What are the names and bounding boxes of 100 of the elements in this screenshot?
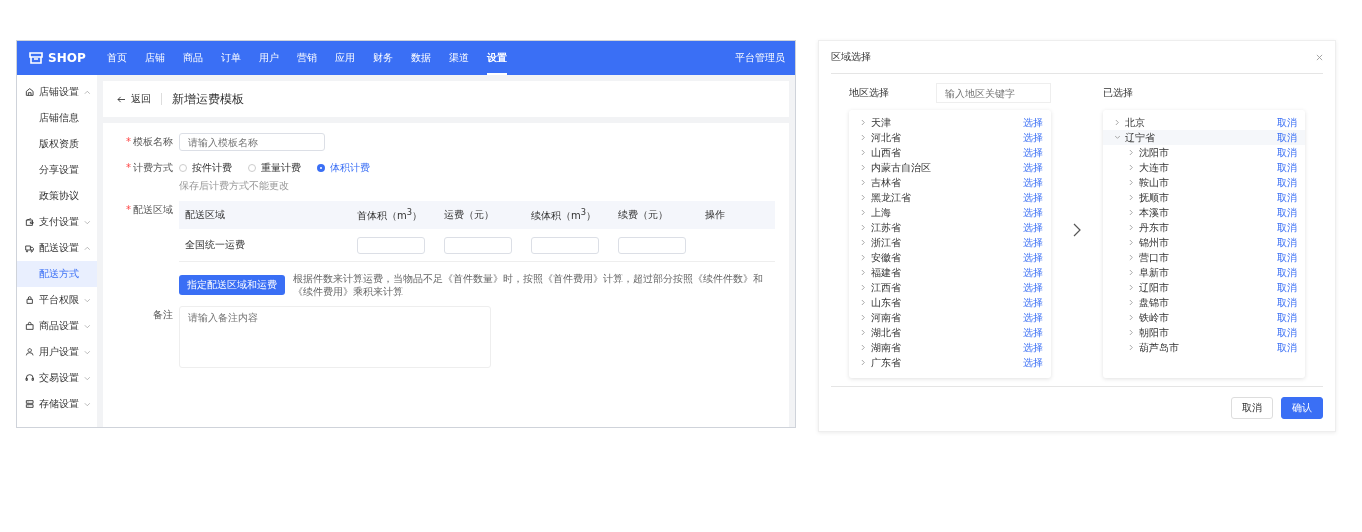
select-link[interactable]: 选择 xyxy=(1023,325,1043,340)
chevron-icon[interactable] xyxy=(1129,329,1134,336)
nav-tab[interactable]: 首页 xyxy=(107,41,127,75)
select-link[interactable]: 选择 xyxy=(1023,145,1043,160)
select-link[interactable]: 选择 xyxy=(1023,250,1043,265)
chevron-icon[interactable] xyxy=(861,269,866,276)
sidebar-item[interactable]: 平台权限 xyxy=(17,287,97,313)
chevron-icon[interactable] xyxy=(861,179,866,186)
sidebar-subitem[interactable]: 分享设置 xyxy=(17,157,97,183)
search-field[interactable]: 输入地区关键字 xyxy=(936,83,1051,103)
nav-tab[interactable]: 商品 xyxy=(183,41,203,75)
chevron-icon[interactable] xyxy=(861,119,866,126)
select-link[interactable]: 选择 xyxy=(1023,190,1043,205)
radio-option[interactable]: 体积计费 xyxy=(317,161,370,175)
sidebar-item[interactable]: 商品设置 xyxy=(17,313,97,339)
sidebar-item[interactable]: 交易设置 xyxy=(17,365,97,391)
cancel-link[interactable]: 取消 xyxy=(1277,340,1297,355)
chevron-icon[interactable] xyxy=(1129,224,1134,231)
chevron-icon[interactable] xyxy=(861,149,866,156)
chevron-icon[interactable] xyxy=(1115,134,1120,141)
chevron-icon[interactable] xyxy=(1129,164,1134,171)
select-link[interactable]: 选择 xyxy=(1023,340,1043,355)
select-link[interactable]: 选择 xyxy=(1023,235,1043,250)
cancel-link[interactable]: 取消 xyxy=(1277,265,1297,280)
back-link[interactable]: 返回 xyxy=(117,92,151,106)
input-field[interactable] xyxy=(531,236,599,254)
nav-tab[interactable]: 应用 xyxy=(335,41,355,75)
select-link[interactable]: 选择 xyxy=(1023,205,1043,220)
sidebar-subitem[interactable]: 店铺信息 xyxy=(17,105,97,131)
assign-region-button[interactable]: 指定配送区域和运费 xyxy=(179,275,285,295)
chevron-icon[interactable] xyxy=(861,299,866,306)
nav-tab[interactable]: 营销 xyxy=(297,41,317,75)
cancel-link[interactable]: 取消 xyxy=(1277,145,1297,160)
select-link[interactable]: 选择 xyxy=(1023,220,1043,235)
select-link[interactable]: 选择 xyxy=(1023,130,1043,145)
chevron-icon[interactable] xyxy=(1129,299,1134,306)
chevron-icon[interactable] xyxy=(1129,284,1134,291)
input-field[interactable] xyxy=(357,236,425,254)
sidebar-subitem[interactable]: 版权资质 xyxy=(17,131,97,157)
cancel-link[interactable]: 取消 xyxy=(1277,310,1297,325)
chevron-icon[interactable] xyxy=(1129,314,1134,321)
chevron-icon[interactable] xyxy=(861,284,866,291)
input-field[interactable] xyxy=(444,236,512,254)
chevron-icon[interactable] xyxy=(861,224,866,231)
input-field[interactable]: 请输入模板名称 xyxy=(179,133,325,151)
chevron-icon[interactable] xyxy=(861,164,866,171)
chevron-icon[interactable] xyxy=(1129,149,1134,156)
cancel-link[interactable]: 取消 xyxy=(1277,175,1297,190)
cancel-link[interactable]: 取消 xyxy=(1277,235,1297,250)
chevron-icon[interactable] xyxy=(1129,269,1134,276)
chevron-icon[interactable] xyxy=(1129,254,1134,261)
sidebar-item[interactable]: 店铺设置 xyxy=(17,79,97,105)
cancel-link[interactable]: 取消 xyxy=(1277,130,1297,145)
cancel-button[interactable]: 取消 xyxy=(1231,397,1273,419)
chevron-icon[interactable] xyxy=(861,329,866,336)
cancel-link[interactable]: 取消 xyxy=(1277,190,1297,205)
cancel-link[interactable]: 取消 xyxy=(1277,295,1297,310)
select-link[interactable]: 选择 xyxy=(1023,310,1043,325)
sidebar-subitem[interactable]: 配送方式 xyxy=(17,261,97,287)
select-link[interactable]: 选择 xyxy=(1023,265,1043,280)
sidebar-item[interactable]: 用户设置 xyxy=(17,339,97,365)
chevron-icon[interactable] xyxy=(861,359,866,366)
cancel-link[interactable]: 取消 xyxy=(1277,280,1297,295)
textarea-field[interactable]: 请输入备注内容 xyxy=(179,306,491,368)
sidebar-subitem[interactable]: 政策协议 xyxy=(17,183,97,209)
chevron-icon[interactable] xyxy=(861,194,866,201)
nav-tab[interactable]: 渠道 xyxy=(449,41,469,75)
select-link[interactable]: 选择 xyxy=(1023,160,1043,175)
chevron-icon[interactable] xyxy=(861,314,866,321)
input-field[interactable] xyxy=(618,236,686,254)
chevron-icon[interactable] xyxy=(1129,194,1134,201)
select-link[interactable]: 选择 xyxy=(1023,280,1043,295)
chevron-icon[interactable] xyxy=(861,209,866,216)
select-link[interactable]: 选择 xyxy=(1023,355,1043,370)
confirm-button[interactable]: 确认 xyxy=(1281,397,1323,419)
chevron-icon[interactable] xyxy=(861,344,866,351)
radio-option[interactable]: 按件计费 xyxy=(179,161,232,175)
sidebar-item[interactable]: 配送设置 xyxy=(17,235,97,261)
chevron-icon[interactable] xyxy=(1129,179,1134,186)
sidebar-item[interactable]: 存储设置 xyxy=(17,391,97,417)
cancel-link[interactable]: 取消 xyxy=(1277,220,1297,235)
chevron-icon[interactable] xyxy=(861,134,866,141)
chevron-icon[interactable] xyxy=(861,239,866,246)
nav-tab[interactable]: 用户 xyxy=(259,41,279,75)
user-name[interactable]: 平台管理员 xyxy=(735,51,785,65)
nav-tab[interactable]: 数据 xyxy=(411,41,431,75)
radio-option[interactable]: 重量计费 xyxy=(248,161,301,175)
chevron-icon[interactable] xyxy=(1129,239,1134,246)
sidebar-item[interactable]: 支付设置 xyxy=(17,209,97,235)
cancel-link[interactable]: 取消 xyxy=(1277,115,1297,130)
close-icon[interactable] xyxy=(1316,53,1323,61)
chevron-icon[interactable] xyxy=(1129,344,1134,351)
cancel-link[interactable]: 取消 xyxy=(1277,160,1297,175)
cancel-link[interactable]: 取消 xyxy=(1277,205,1297,220)
chevron-icon[interactable] xyxy=(1129,209,1134,216)
nav-tab[interactable]: 财务 xyxy=(373,41,393,75)
chevron-icon[interactable] xyxy=(1115,119,1120,126)
cancel-link[interactable]: 取消 xyxy=(1277,325,1297,340)
select-link[interactable]: 选择 xyxy=(1023,115,1043,130)
nav-tab[interactable]: 店铺 xyxy=(145,41,165,75)
